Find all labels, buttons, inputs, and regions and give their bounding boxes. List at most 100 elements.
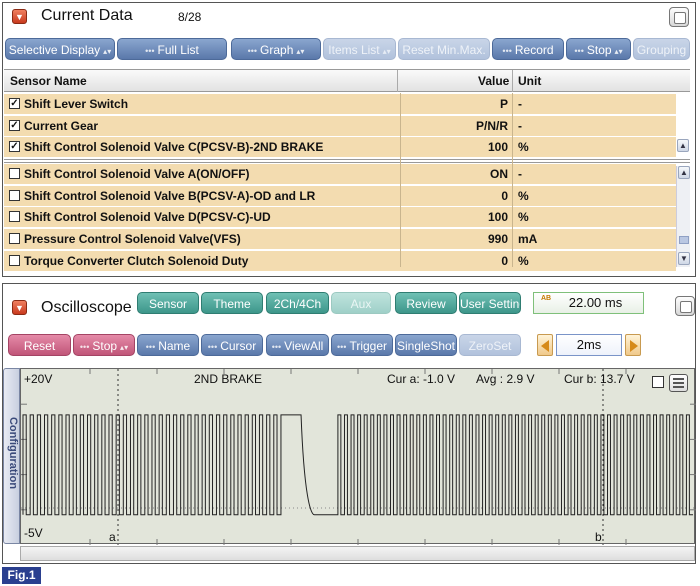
sensor-checkbox[interactable] — [9, 211, 20, 222]
reset-min-max-button[interactable]: Reset Min.Max. — [398, 38, 490, 60]
2ch-4ch-button-label: 2Ch/4Ch — [273, 297, 322, 311]
screen-menu-icon[interactable] — [669, 374, 688, 392]
reset-min-max-button-label: Reset Min.Max. — [402, 43, 486, 57]
sensor-checkbox[interactable] — [9, 168, 20, 179]
timebase-right-button[interactable] — [625, 334, 641, 356]
dots-icon: ••• — [271, 342, 282, 352]
viewall-button[interactable]: ••• ViewAll — [266, 334, 329, 356]
column-sensor-name[interactable]: Sensor Name — [10, 74, 87, 88]
user-setting-button[interactable]: User Setting — [459, 292, 521, 314]
collapse-oscilloscope-icon[interactable]: ▼ — [12, 300, 27, 315]
stop-button[interactable]: ••• Stop ▴▾ — [566, 38, 631, 60]
dots-icon: ••• — [207, 342, 218, 352]
waveform-plot — [21, 369, 696, 545]
2ch-4ch-button[interactable]: 2Ch/4Ch — [266, 292, 329, 314]
collapse-current-data-icon[interactable]: ▼ — [12, 9, 27, 24]
figure-label: Fig.1 — [2, 567, 41, 584]
sensor-checkbox[interactable] — [9, 190, 20, 201]
singleshot-button[interactable]: SingleShot — [395, 334, 457, 356]
aux-button[interactable]: Aux — [331, 292, 391, 314]
y-min-label: -5V — [24, 526, 43, 540]
graph-button-label: Graph — [260, 43, 294, 57]
spinner-arrows-icon: ▴▾ — [120, 343, 129, 352]
sensor-button[interactable]: Sensor — [137, 292, 199, 314]
timebase-left-button[interactable] — [537, 334, 553, 356]
sensor-checkbox[interactable] — [9, 255, 20, 266]
cursor-button-label: Cursor — [220, 339, 257, 353]
sensor-checkbox[interactable]: ✓ — [9, 141, 20, 152]
dots-icon: ••• — [502, 46, 512, 56]
scroll-thumb[interactable] — [679, 236, 689, 244]
cursor-button[interactable]: ••• Cursor — [201, 334, 263, 356]
maximize-current-data-button[interactable] — [669, 7, 689, 27]
review-button[interactable]: Review — [395, 292, 457, 314]
full-list-button[interactable]: ••• Full List — [117, 38, 227, 60]
singleshot-button-label: SingleShot — [396, 339, 456, 353]
dots-icon: ••• — [145, 46, 155, 56]
user-setting-button-label: User Setting — [460, 297, 521, 311]
table-scrollbar[interactable]: ▲ ▼ — [676, 166, 690, 267]
column-value[interactable]: Value — [478, 74, 509, 88]
zeroset-button[interactable]: ZeroSet — [459, 334, 521, 356]
sensor-value: 990 — [487, 232, 508, 246]
horizontal-scrollbar[interactable] — [20, 546, 695, 561]
configuration-tab[interactable]: Configuration — [3, 368, 20, 544]
trigger-button[interactable]: ••• Trigger — [331, 334, 393, 356]
sensor-name: Current Gear — [24, 119, 99, 133]
record-button[interactable]: ••• Record — [492, 38, 564, 60]
dots-icon: ••• — [145, 342, 156, 352]
sensor-checkbox[interactable] — [9, 233, 20, 244]
arrow-left-icon — [541, 340, 549, 352]
dots-icon: ••• — [574, 46, 584, 56]
sensor-value: P/N/R — [475, 119, 508, 133]
sensor-row[interactable]: ✓ Shift Control Solenoid Valve C(PCSV-B)-… — [4, 137, 676, 158]
sensor-row[interactable]: Pressure Control Solenoid Valve(VFS) 990 m… — [4, 229, 676, 250]
sensor-row[interactable]: Shift Control Solenoid Valve B(PCSV-A)-O… — [4, 186, 676, 207]
scroll-down-icon[interactable]: ▼ — [678, 252, 690, 265]
stop-button[interactable]: ••• Stop ▴▾ — [73, 334, 135, 356]
sensor-row[interactable]: Shift Control Solenoid Valve A(ON/OFF) ON… — [4, 164, 676, 185]
aux-button-label: Aux — [350, 297, 372, 311]
grouping-button[interactable]: Grouping — [633, 38, 690, 60]
sensor-unit: - — [518, 167, 522, 181]
sensor-name: Shift Control Solenoid Valve B(PCSV-A)-O… — [24, 189, 316, 203]
sensor-row[interactable]: Torque Converter Clutch Solenoid Duty 0% — [4, 251, 676, 272]
full-list-button-label: Full List — [157, 43, 199, 57]
viewall-button-label: ViewAll — [284, 339, 324, 353]
sensor-checkbox[interactable]: ✓ — [9, 98, 20, 109]
sensor-name: Shift Control Solenoid Valve C(PCSV-B)-2… — [24, 140, 324, 154]
column-divider — [512, 93, 513, 267]
selective-display-button[interactable]: Selective Display ▴▾ — [5, 38, 115, 60]
time-readout: AB 22.00 ms — [533, 292, 644, 314]
sensor-unit: % — [518, 254, 529, 268]
column-divider — [400, 93, 401, 267]
sensor-unit: % — [518, 210, 529, 224]
sensor-row[interactable]: ✓ Current Gear P/N/R - — [4, 116, 676, 137]
sensor-row[interactable]: ✓ Shift Lever Switch P - — [4, 94, 676, 115]
screen-checkbox[interactable] — [652, 376, 664, 388]
time-readout-value: 22.00 ms — [568, 295, 623, 310]
sensor-row[interactable]: Shift Control Solenoid Valve D(PCSV-C)-U… — [4, 207, 676, 228]
configuration-tab-label: Configuration — [7, 416, 19, 490]
name-button[interactable]: ••• Name — [137, 334, 199, 356]
items-list-button[interactable]: Items List ▴▾ — [323, 38, 396, 60]
sensor-checkbox[interactable]: ✓ — [9, 120, 20, 131]
cursor-b-marker[interactable]: b — [595, 530, 602, 544]
stop-button-label: Stop — [586, 43, 612, 57]
sensor-value: 100 — [487, 140, 508, 154]
reset-button[interactable]: Reset — [8, 334, 71, 356]
cursor-a-marker[interactable]: a — [109, 530, 116, 544]
timebase-value[interactable]: 2ms — [556, 334, 622, 356]
pinned-scroll-up-icon[interactable]: ▲ — [677, 139, 689, 152]
theme-button[interactable]: Theme — [201, 292, 263, 314]
sensor-value: 100 — [487, 210, 508, 224]
scroll-up-icon[interactable]: ▲ — [678, 166, 690, 179]
graph-button[interactable]: ••• Graph ▴▾ — [231, 38, 321, 60]
column-unit[interactable]: Unit — [518, 74, 541, 88]
fixed-rows-separator — [4, 159, 690, 163]
scope-screen[interactable]: +20V 2ND BRAKE Cur a: -1.0 V Avg : 2.9 V… — [20, 368, 696, 545]
sensor-unit: - — [518, 119, 522, 133]
maximize-oscilloscope-button[interactable] — [675, 296, 695, 316]
item-count: 8/28 — [178, 10, 202, 24]
grouping-button-label: Grouping — [636, 43, 687, 57]
